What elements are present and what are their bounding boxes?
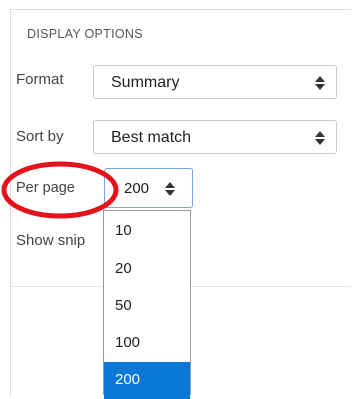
sort-select[interactable]: Best match xyxy=(93,120,337,154)
per-page-option[interactable]: 20 xyxy=(104,251,190,288)
panel-title: DISPLAY OPTIONS xyxy=(27,27,143,41)
per-page-label: Per page xyxy=(16,180,75,196)
show-snippets-label: Show snip xyxy=(16,232,86,249)
format-select[interactable]: Summary xyxy=(93,65,337,99)
sort-arrows-icon xyxy=(314,130,326,146)
per-page-option[interactable]: 100 xyxy=(104,325,190,362)
per-page-option[interactable]: 10 xyxy=(104,213,190,250)
format-label: Format xyxy=(16,71,64,88)
format-select-value: Summary xyxy=(111,74,180,91)
sort-label: Sort by xyxy=(16,128,64,145)
per-page-option-selected[interactable]: 200 xyxy=(104,362,190,399)
per-page-option[interactable]: 50 xyxy=(104,288,190,325)
sort-arrows-icon xyxy=(164,181,176,197)
per-page-select[interactable]: 200 xyxy=(104,168,193,208)
sort-select-value: Best match xyxy=(111,129,192,146)
per-page-dropdown[interactable]: 10 20 50 100 200 xyxy=(103,210,191,399)
sort-arrows-icon xyxy=(314,75,326,91)
per-page-select-value: 200 xyxy=(124,180,150,197)
